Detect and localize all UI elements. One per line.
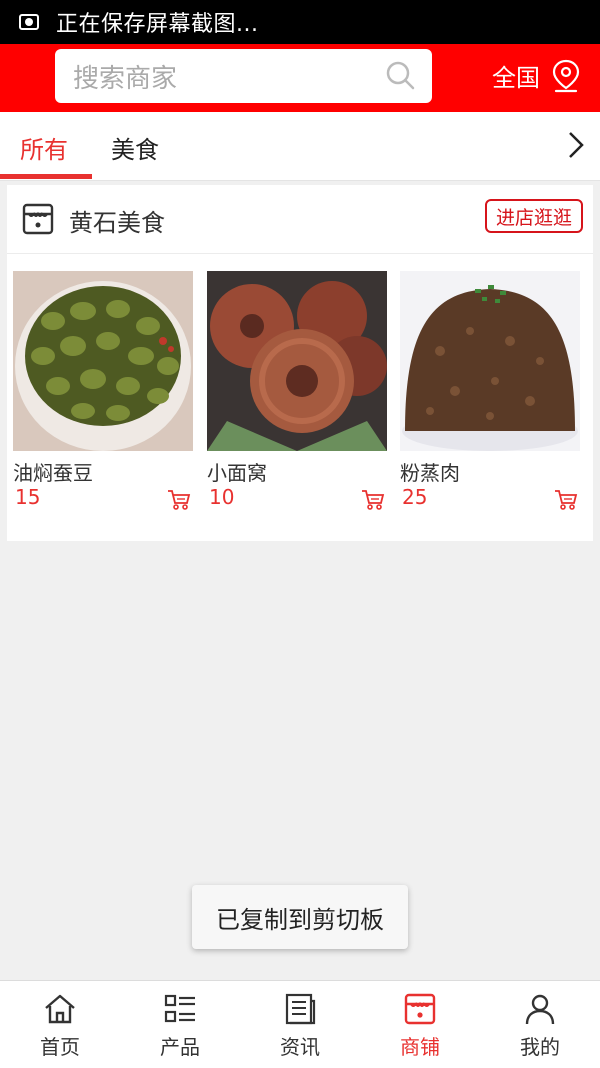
- bottom-tab-bar: 首页 产品 资讯 商铺 我的: [0, 980, 600, 1068]
- product-card[interactable]: 粉蒸肉 25: [400, 271, 580, 510]
- news-icon: [285, 993, 316, 1025]
- product-name: 油焖蚕豆: [13, 461, 93, 485]
- product-price: 10: [209, 485, 235, 509]
- list-icon: [164, 994, 195, 1023]
- tabbar-item-stores[interactable]: 商铺: [360, 981, 480, 1068]
- product-card[interactable]: 小面窝 10: [207, 271, 387, 510]
- user-icon: [525, 994, 555, 1025]
- home-icon: [45, 994, 75, 1024]
- shop-card: 黄石美食 进店逛逛 油焖蚕豆 15 小面窝 10 粉蒸肉 25: [7, 185, 593, 541]
- status-bar: 正在保存屏幕截图...: [0, 0, 600, 44]
- store-icon: [404, 993, 436, 1025]
- tabbar-item-products[interactable]: 产品: [120, 981, 240, 1068]
- status-text: 正在保存屏幕截图...: [56, 12, 259, 37]
- toast-message: 已复制到剪切板: [192, 885, 408, 949]
- tab-all[interactable]: 所有: [20, 130, 68, 165]
- shop-header: 黄石美食 进店逛逛: [7, 185, 593, 254]
- shop-name: 黄石美食: [69, 209, 165, 237]
- search-icon[interactable]: [384, 59, 416, 91]
- region-label: 全国: [492, 64, 540, 92]
- cart-icon[interactable]: [167, 489, 191, 511]
- tab-food[interactable]: 美食: [111, 130, 159, 165]
- tabbar-item-me[interactable]: 我的: [480, 981, 600, 1068]
- active-tab-indicator: [0, 174, 92, 179]
- product-card[interactable]: 油焖蚕豆 15: [13, 271, 193, 510]
- tabbar-label: 首页: [40, 1035, 80, 1059]
- product-price: 15: [15, 485, 41, 509]
- tabbar-label: 资讯: [280, 1035, 320, 1059]
- product-name: 小面窝: [207, 461, 267, 485]
- tabbar-label: 我的: [520, 1035, 560, 1059]
- header: 搜索商家 全国: [0, 44, 600, 112]
- product-image[interactable]: [13, 271, 193, 451]
- product-image[interactable]: [400, 271, 580, 451]
- product-image[interactable]: [207, 271, 387, 451]
- tabbar-label: 产品: [160, 1035, 200, 1059]
- store-icon: [22, 203, 54, 235]
- search-placeholder: 搜索商家: [73, 63, 178, 94]
- cart-icon[interactable]: [554, 489, 578, 511]
- product-name: 粉蒸肉: [400, 461, 460, 485]
- tabbar-item-home[interactable]: 首页: [0, 981, 120, 1068]
- enter-shop-button[interactable]: 进店逛逛: [485, 199, 583, 233]
- category-tabs: 所有 美食: [0, 112, 600, 181]
- search-box[interactable]: 搜索商家: [55, 49, 432, 103]
- location-pin-icon: [552, 59, 580, 92]
- tabbar-item-news[interactable]: 资讯: [240, 981, 360, 1068]
- product-price: 25: [402, 485, 428, 509]
- region-selector[interactable]: 全国: [492, 58, 582, 93]
- screenshot-icon: [19, 14, 39, 30]
- cart-icon[interactable]: [361, 489, 385, 511]
- chevron-right-icon[interactable]: [566, 130, 586, 160]
- tabbar-label: 商铺: [400, 1035, 440, 1059]
